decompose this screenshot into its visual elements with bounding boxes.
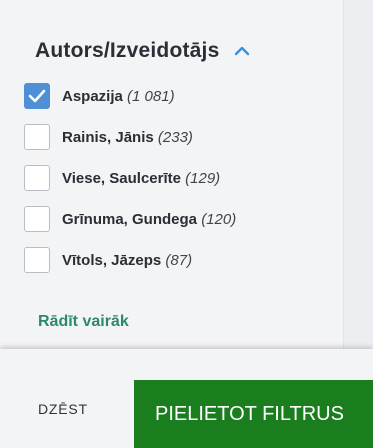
facet-option-vitols[interactable]: Vītols, Jāzeps (87) [24,246,236,274]
apply-filters-button[interactable]: PIELIETOT FILTRUS [134,380,373,448]
option-label: Aspazija [62,87,123,105]
facet-options-list: Aspazija (1 081) Rainis, Jānis (233) Vie… [24,82,236,287]
option-count: (120) [201,210,237,228]
checkbox[interactable] [24,247,50,273]
facet-option-rainis[interactable]: Rainis, Jānis (233) [24,123,236,151]
option-count: (129) [185,169,221,187]
checkbox[interactable] [24,124,50,150]
option-count: (1 081) [127,87,175,105]
filter-panel: Autors/Izveidotājs Aspazija (1 081) Rain… [0,0,343,349]
option-label: Vītols, Jāzeps [62,251,162,269]
option-label: Viese, Saulcerīte [62,169,181,187]
facet-option-grinuma[interactable]: Grīnuma, Gundega (120) [24,205,236,233]
facet-option-aspazija[interactable]: Aspazija (1 081) [24,82,236,110]
facet-title: Autors/Izveidotājs [35,39,220,62]
checkbox[interactable] [24,165,50,191]
option-label: Grīnuma, Gundega [62,210,198,228]
facet-option-viese[interactable]: Viese, Saulcerīte (129) [24,164,236,192]
scroll-gutter [343,0,373,349]
option-label: Rainis, Jānis [62,128,154,146]
filter-footer: DZĒST PIELIETOT FILTRUS [0,349,373,448]
checkbox[interactable] [24,83,50,109]
chevron-up-icon[interactable] [231,40,253,62]
facet-header[interactable]: Autors/Izveidotājs [35,36,253,66]
checkbox[interactable] [24,206,50,232]
option-count: (233) [157,128,193,146]
checkmark-icon [28,89,46,103]
option-count: (87) [165,251,193,269]
show-more-link[interactable]: Rādīt vairāk [38,313,129,331]
clear-button[interactable]: DZĒST [38,401,88,417]
